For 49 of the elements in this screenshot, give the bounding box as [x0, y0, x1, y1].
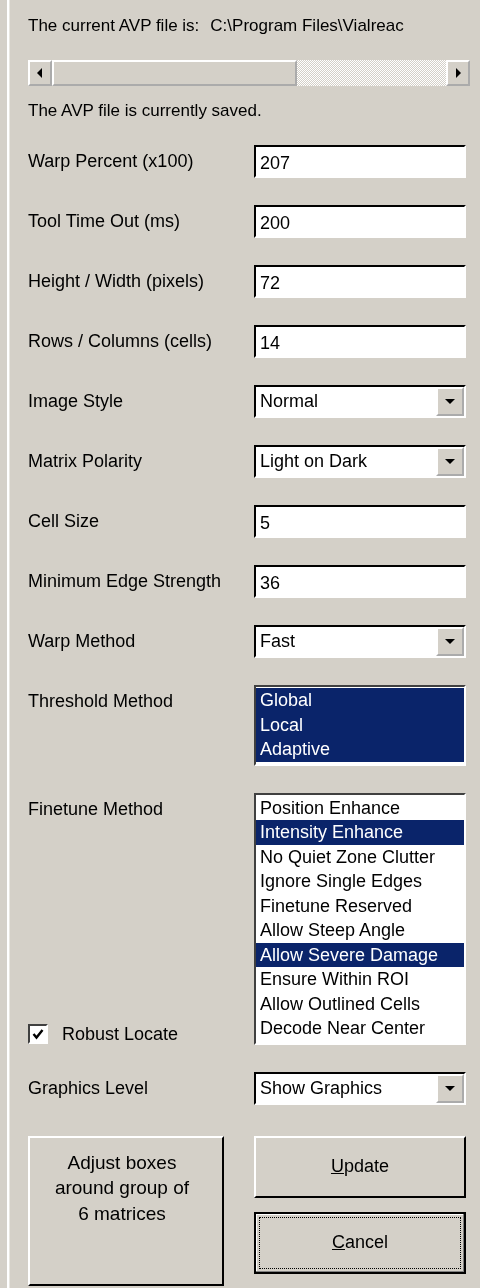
dropdown[interactable]: Fast: [254, 625, 466, 658]
save-status: The AVP file is currently saved.: [28, 101, 263, 122]
setting-label: Finetune Method: [28, 797, 165, 820]
file-path: C:\Program Files\Vialreac: [210, 16, 404, 36]
setting-label: Warp Method: [28, 630, 137, 652]
list-option[interactable]: Local: [256, 712, 464, 737]
setting-label: Graphics Level: [28, 1076, 150, 1099]
text-field[interactable]: 207: [254, 145, 466, 178]
setting-label: Matrix Polarity: [28, 450, 144, 472]
setting-label: Cell Size: [28, 510, 101, 532]
text-field[interactable]: 14: [254, 325, 466, 358]
robust-locate-checkbox[interactable]: Robust Locate: [28, 1023, 179, 1045]
setting-label: Tool Time Out (ms): [28, 210, 182, 232]
setting-label: Rows / Columns (cells): [28, 330, 214, 352]
check-icon: [32, 1028, 44, 1040]
scrollbar-thumb[interactable]: [52, 60, 297, 86]
list-option[interactable]: Ignore Single Edges: [256, 869, 464, 894]
setting-label: Image Style: [28, 390, 125, 412]
list-option[interactable]: Global: [256, 688, 464, 713]
list-option[interactable]: No Quiet Zone Clutter: [256, 844, 464, 869]
list-option[interactable]: Finetune Reserved: [256, 893, 464, 918]
dialog-button[interactable]: Update: [254, 1135, 466, 1198]
list-option[interactable]: Decode Near Center: [256, 1016, 464, 1041]
horizontal-scrollbar[interactable]: [28, 60, 470, 86]
setting-label: Height / Width (pixels): [28, 270, 206, 292]
dropdown[interactable]: Show Graphics: [254, 1071, 466, 1105]
dropdown[interactable]: Normal: [254, 385, 466, 418]
list-option[interactable]: Position Enhance: [256, 795, 464, 820]
text-field[interactable]: 72: [254, 265, 466, 298]
list-option[interactable]: Adaptive: [256, 737, 464, 762]
scroll-left-icon[interactable]: [28, 60, 52, 86]
list-box[interactable]: Global Local Adaptive: [254, 685, 466, 766]
dialog-button[interactable]: Cancel: [254, 1211, 466, 1274]
list-option[interactable]: Intensity Enhance: [256, 820, 464, 845]
file-label: The current AVP file is:: [28, 16, 200, 36]
dropdown[interactable]: Light on Dark: [254, 445, 466, 478]
list-option[interactable]: Allow Steep Angle: [256, 918, 464, 943]
text-field[interactable]: 36: [254, 565, 466, 598]
text-field[interactable]: 5: [254, 505, 466, 538]
text-field[interactable]: 200: [254, 205, 466, 238]
setting-label: Minimum Edge Strength: [28, 570, 223, 592]
list-option[interactable]: Allow Severe Damage: [256, 942, 464, 967]
list-box[interactable]: Position Enhance Intensity Enhance No Quiet Zone Clutter Ignore Single Edges Finetune Reserved Allow Steep Angle Allow Severe Damage Ensure Within ROI Allow Outlined Cells Decode Near Center: [254, 792, 466, 1045]
list-option[interactable]: Allow Outlined Cells: [256, 991, 464, 1016]
setting-label: Warp Percent (x100): [28, 150, 195, 172]
adjust-boxes-button[interactable]: Adjust boxes around group of 6 matrices: [28, 1135, 224, 1286]
setting-label: Threshold Method: [28, 690, 175, 712]
scroll-right-icon[interactable]: [446, 60, 470, 86]
list-option[interactable]: Ensure Within ROI: [256, 967, 464, 992]
